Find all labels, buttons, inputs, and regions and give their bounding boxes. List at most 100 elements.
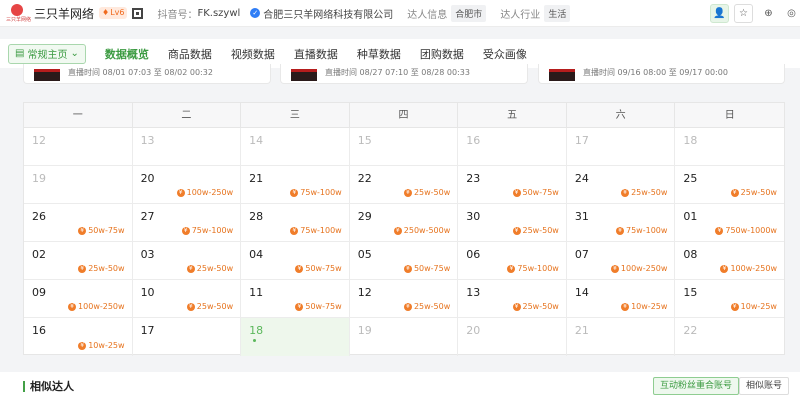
calendar-day[interactable]: 15 (349, 128, 459, 166)
sales-range: ¥100w-250w (176, 188, 233, 197)
sales-icon: ¥ (512, 302, 521, 311)
home-dropdown[interactable]: ▤ 常规主页 ⌄ (8, 43, 86, 64)
sales-icon: ¥ (78, 264, 87, 273)
day-number: 16 (32, 324, 46, 337)
calendar-day[interactable]: 12 (24, 128, 133, 166)
weekday-label: 五 (458, 103, 567, 128)
calendar-day[interactable]: 01 ¥750w-1000w (675, 204, 784, 242)
calendar-day[interactable]: 23 ¥50w-75w (458, 166, 567, 204)
industry-tag: 生活 (544, 4, 571, 22)
calendar-day[interactable]: 27 ¥75w-100w (132, 204, 242, 242)
live-card[interactable]: 直播时间 08/27 07:10 至 08/28 00:33 (280, 64, 528, 84)
similar-accounts-button[interactable]: 相似账号 (739, 377, 790, 395)
calendar-day[interactable]: 30 ¥25w-50w (458, 204, 567, 242)
sales-icon: ¥ (730, 302, 739, 311)
day-number: 27 (140, 210, 155, 223)
calendar-day[interactable]: 03 ¥25w-50w (132, 242, 242, 280)
day-number: 26 (32, 210, 46, 223)
calendar-day[interactable]: 13 (132, 128, 242, 166)
calendar-day[interactable]: 21 (567, 318, 676, 356)
live-card[interactable]: 直播时间 08/01 07:03 至 08/02 00:32 (23, 64, 271, 84)
chevron-down-icon: ⌄ (70, 48, 79, 59)
day-number: 22 (683, 324, 698, 337)
sales-range: ¥25w-50w (186, 302, 233, 311)
calendar-day[interactable]: 28 ¥75w-100w (241, 204, 350, 242)
calendar-day[interactable]: 13 ¥25w-50w (458, 280, 567, 318)
sales-range-text: 75w-100w (517, 264, 559, 273)
follow-button[interactable]: 👤 (710, 4, 729, 23)
sales-icon: ¥ (176, 188, 185, 197)
calendar-day[interactable]: 14 (241, 128, 350, 166)
calendar-day[interactable]: 11 ¥50w-75w (241, 280, 350, 318)
sales-icon: ¥ (403, 188, 412, 197)
brand-logo: 三只羊网络 (6, 3, 32, 23)
sales-range: ¥100w-250w (610, 264, 668, 273)
star-icon: ☆ (739, 8, 748, 19)
tab-audience[interactable]: 受众画像 (483, 46, 527, 62)
company-verified: ✓ 合肥三只羊网络科技有限公司 (250, 6, 393, 21)
calendar-day[interactable]: 25 ¥25w-50w (675, 166, 784, 204)
add-button[interactable]: ⊕ (759, 4, 778, 23)
tab-live[interactable]: 直播数据 (294, 46, 338, 62)
tab-videos[interactable]: 视频数据 (231, 46, 275, 62)
calendar-day[interactable]: 07 ¥100w-250w (566, 242, 676, 280)
weekday-label: 二 (133, 103, 242, 128)
calendar-day[interactable]: 08 ¥100w-250w (675, 242, 784, 280)
industry-label: 达人行业 (500, 9, 541, 21)
calendar-day[interactable]: 31 ¥75w-100w (566, 204, 676, 242)
day-number: 25 (683, 172, 698, 185)
home-icon: ▤ (15, 48, 25, 59)
day-number: 15 (357, 134, 372, 147)
logo-text: 三只羊网络 (6, 17, 32, 23)
calendar-day[interactable]: 29 ¥250w-500w (349, 204, 459, 242)
calendar-day[interactable]: 12 ¥25w-50w (349, 280, 459, 318)
day-number: 17 (574, 134, 589, 147)
tab-products[interactable]: 商品数据 (168, 46, 212, 62)
sales-range: ¥10w-25w (621, 302, 667, 311)
day-number: 21 (574, 324, 589, 337)
tab-seeding[interactable]: 种草数据 (357, 46, 401, 62)
calendar-day[interactable]: 26 ¥50w-75w (24, 204, 133, 242)
more-button[interactable]: ◎ (782, 4, 800, 23)
calendar-day[interactable]: 15 ¥10w-25w (675, 280, 784, 318)
calendar-day[interactable]: 16 ¥10w-25w (24, 318, 133, 356)
calendar-day[interactable]: 02 ¥25w-50w (24, 242, 133, 280)
calendar-day[interactable]: 16 (458, 128, 567, 166)
add-user-icon: 👤 (713, 8, 726, 19)
calendar-day[interactable]: 17 (566, 128, 676, 166)
calendar-day[interactable]: 10 ¥25w-50w (132, 280, 242, 318)
calendar-day[interactable]: 21 ¥75w-100w (241, 166, 350, 204)
live-card[interactable]: 直播时间 09/16 08:00 至 09/17 00:00 (538, 64, 785, 84)
calendar-day[interactable]: 06 ¥75w-100w (458, 242, 567, 280)
tab-groupbuy[interactable]: 团购数据 (420, 46, 464, 62)
calendar-day[interactable]: 09 ¥100w-250w (24, 280, 133, 318)
day-number: 12 (357, 286, 372, 299)
plus-circle-icon: ⊕ (764, 8, 773, 19)
calendar-day[interactable]: 18 (675, 128, 784, 166)
tab-overview[interactable]: 数据概览 (105, 46, 149, 62)
calendar-day[interactable]: 22 ¥25w-50w (349, 166, 459, 204)
sales-range-text: 100w-250w (620, 264, 668, 273)
sales-range-text: 10w-25w (631, 302, 668, 311)
favorite-button[interactable]: ☆ (734, 4, 753, 23)
sales-range-text: 100w-250w (78, 302, 125, 311)
calendar-day[interactable]: 19 (24, 166, 133, 204)
sales-range: ¥75w-100w (290, 226, 342, 235)
calendar-day[interactable]: 14 ¥10w-25w (566, 280, 676, 318)
sales-range-text: 75w-100w (191, 226, 234, 235)
sales-icon: ¥ (78, 341, 87, 350)
calendar-day[interactable]: 04 ¥50w-75w (241, 242, 350, 280)
sales-icon: ¥ (507, 264, 516, 273)
weekday-label: 四 (350, 103, 459, 128)
sales-range: ¥250w-500w (393, 226, 450, 235)
calendar-day[interactable]: 17 (133, 318, 242, 356)
calendar-day[interactable]: 19 (350, 318, 459, 356)
calendar-day[interactable]: 20 ¥100w-250w (132, 166, 242, 204)
calendar-day[interactable]: 20 (458, 318, 567, 356)
calendar-day[interactable]: 22 (675, 318, 784, 356)
qrcode-icon[interactable] (132, 7, 144, 19)
overlap-accounts-button[interactable]: 互动粉丝重合账号 (653, 377, 740, 395)
calendar-day[interactable]: 05 ¥50w-75w (349, 242, 459, 280)
calendar-day-today[interactable]: 18 (241, 318, 350, 356)
calendar-day[interactable]: 24 ¥25w-50w (566, 166, 676, 204)
